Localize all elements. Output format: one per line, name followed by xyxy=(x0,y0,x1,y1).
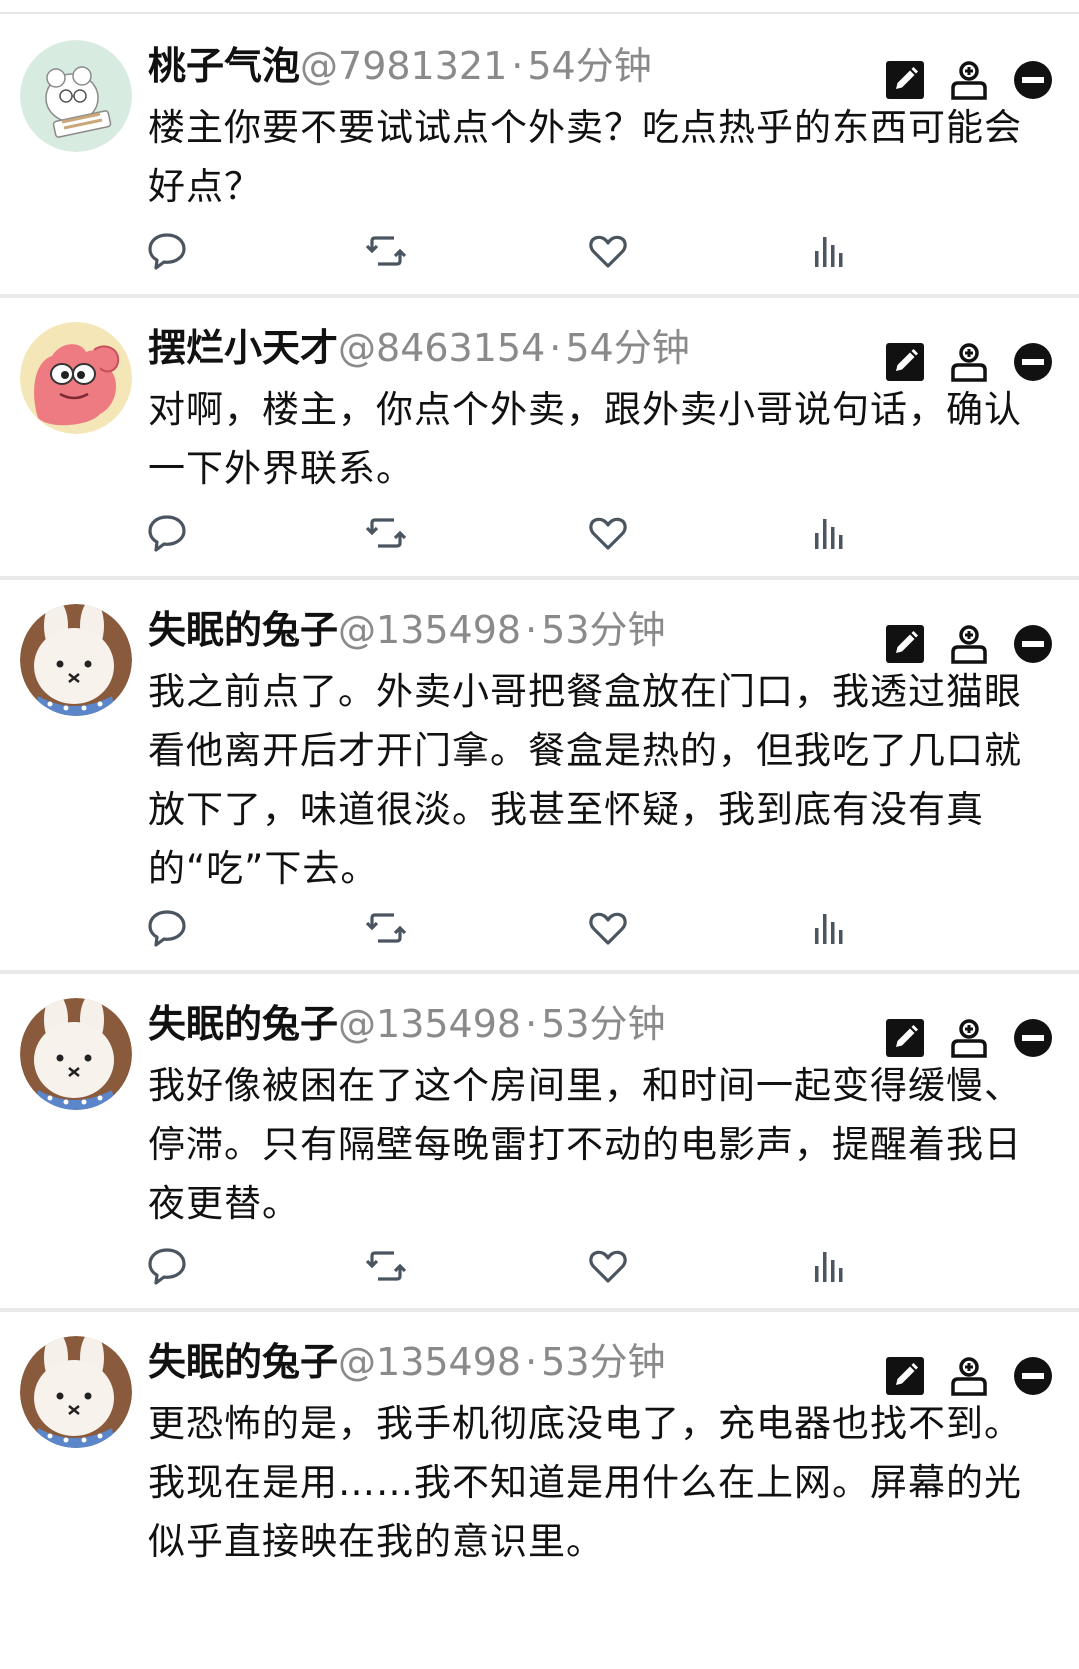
username[interactable]: 桃子气泡 xyxy=(148,44,300,88)
block-icon[interactable] xyxy=(1011,622,1055,666)
post-item[interactable]: 失眠的兔子@135498 · 53分钟 我好像被困在了这个房间里，和时间一起变得缓慢… xyxy=(0,972,1079,1308)
views-icon[interactable] xyxy=(807,229,851,273)
post-actions xyxy=(883,1354,1059,1398)
reply-icon[interactable] xyxy=(145,511,189,555)
post-item[interactable]: 摆烂小天才@8463154 · 54分钟 对啊，楼主，你点个外卖，跟外卖小哥说句话，… xyxy=(0,296,1079,576)
username[interactable]: 失眠的兔子 xyxy=(148,1002,338,1046)
views-icon[interactable] xyxy=(807,906,851,950)
follow-user-icon[interactable] xyxy=(947,622,991,666)
repost-icon[interactable] xyxy=(364,906,408,950)
separator-dot: · xyxy=(525,1340,538,1384)
post-text: 我之前点了。外卖小哥把餐盒放在门口，我透过猫眼看他离开后才开门拿。餐盒是热的，但… xyxy=(148,670,1022,890)
post-time: 53分钟 xyxy=(541,608,666,652)
repost-icon[interactable] xyxy=(364,511,408,555)
post-actions xyxy=(883,1016,1059,1060)
post-text: 更恐怖的是，我手机彻底没电了，充电器也找不到。我现在是用……我不知道是用什么在上… xyxy=(148,1402,1022,1563)
block-icon[interactable] xyxy=(1011,1016,1055,1060)
plush-bunny-avatar xyxy=(20,998,132,1110)
avatar[interactable] xyxy=(20,604,132,716)
reply-icon[interactable] xyxy=(145,1244,189,1288)
avatar[interactable] xyxy=(20,40,132,152)
username[interactable]: 失眠的兔子 xyxy=(148,608,338,652)
post-header: 失眠的兔子@135498 · 53分钟 xyxy=(148,606,666,654)
like-icon[interactable] xyxy=(586,511,630,555)
separator-dot: · xyxy=(549,326,562,370)
post-header: 失眠的兔子@135498 · 53分钟 xyxy=(148,1338,666,1386)
follow-user-icon[interactable] xyxy=(947,58,991,102)
repost-icon[interactable] xyxy=(364,229,408,273)
views-icon[interactable] xyxy=(807,1244,851,1288)
plush-bunny-avatar xyxy=(20,604,132,716)
post-text: 对啊，楼主，你点个外卖，跟外卖小哥说句话，确认一下外界联系。 xyxy=(148,388,1022,490)
block-icon[interactable] xyxy=(1011,58,1055,102)
like-icon[interactable] xyxy=(586,906,630,950)
user-handle[interactable]: @135498 xyxy=(338,608,521,652)
separator-dot: · xyxy=(525,1002,538,1046)
repost-icon[interactable] xyxy=(364,1244,408,1288)
follow-user-icon[interactable] xyxy=(947,1016,991,1060)
avatar[interactable] xyxy=(20,998,132,1110)
post-actions xyxy=(883,58,1059,102)
post-item[interactable]: 桃子气泡@7981321 · 54分钟 楼主你要不要试试点个外卖？吃点热乎的东西可能… xyxy=(0,14,1079,294)
post-stats xyxy=(0,229,1079,273)
edit-icon[interactable] xyxy=(883,622,927,666)
edit-icon[interactable] xyxy=(883,1354,927,1398)
post-item[interactable]: 失眠的兔子@135498 · 53分钟 更恐怖的是，我手机彻底没电了，充电器也找不到… xyxy=(0,1310,1079,1669)
block-icon[interactable] xyxy=(1011,1354,1055,1398)
follow-user-icon[interactable] xyxy=(947,340,991,384)
pink-cartoon-creature-avatar xyxy=(20,322,132,434)
user-handle[interactable]: @7981321 xyxy=(300,44,507,88)
edit-icon[interactable] xyxy=(883,1016,927,1060)
post-time: 53分钟 xyxy=(541,1002,666,1046)
edit-icon[interactable] xyxy=(883,58,927,102)
separator-dot: · xyxy=(511,44,524,88)
plush-bunny-avatar xyxy=(20,1336,132,1448)
edit-icon[interactable] xyxy=(883,340,927,384)
post-text: 楼主你要不要试试点个外卖？吃点热乎的东西可能会好点？ xyxy=(148,106,1022,208)
post-item[interactable]: 失眠的兔子@135498 · 53分钟 我之前点了。外卖小哥把餐盒放在门口，我透过猫… xyxy=(0,578,1079,970)
post-stats xyxy=(0,906,1079,950)
user-handle[interactable]: @135498 xyxy=(338,1002,521,1046)
post-header: 桃子气泡@7981321 · 54分钟 xyxy=(148,42,652,90)
username[interactable]: 失眠的兔子 xyxy=(148,1340,338,1384)
reply-icon[interactable] xyxy=(145,229,189,273)
like-icon[interactable] xyxy=(586,1244,630,1288)
post-time: 54分钟 xyxy=(527,44,652,88)
username[interactable]: 摆烂小天才 xyxy=(148,326,338,370)
reply-icon[interactable] xyxy=(145,906,189,950)
block-icon[interactable] xyxy=(1011,340,1055,384)
avatar[interactable] xyxy=(20,1336,132,1448)
follow-user-icon[interactable] xyxy=(947,1354,991,1398)
post-time: 54分钟 xyxy=(565,326,690,370)
post-actions xyxy=(883,340,1059,384)
user-handle[interactable]: @135498 xyxy=(338,1340,521,1384)
post-actions xyxy=(883,622,1059,666)
like-icon[interactable] xyxy=(586,229,630,273)
post-header: 摆烂小天才@8463154 · 54分钟 xyxy=(148,324,690,372)
user-handle[interactable]: @8463154 xyxy=(338,326,545,370)
post-time: 53分钟 xyxy=(541,1340,666,1384)
post-header: 失眠的兔子@135498 · 53分钟 xyxy=(148,1000,666,1048)
views-icon[interactable] xyxy=(807,511,851,555)
post-text: 我好像被困在了这个房间里，和时间一起变得缓慢、停滞。只有隔壁每晚雷打不动的电影声… xyxy=(148,1064,1022,1225)
white-mouse-typing-avatar xyxy=(20,40,132,152)
post-stats xyxy=(0,511,1079,555)
avatar[interactable] xyxy=(20,322,132,434)
post-stats xyxy=(0,1244,1079,1288)
separator-dot: · xyxy=(525,608,538,652)
